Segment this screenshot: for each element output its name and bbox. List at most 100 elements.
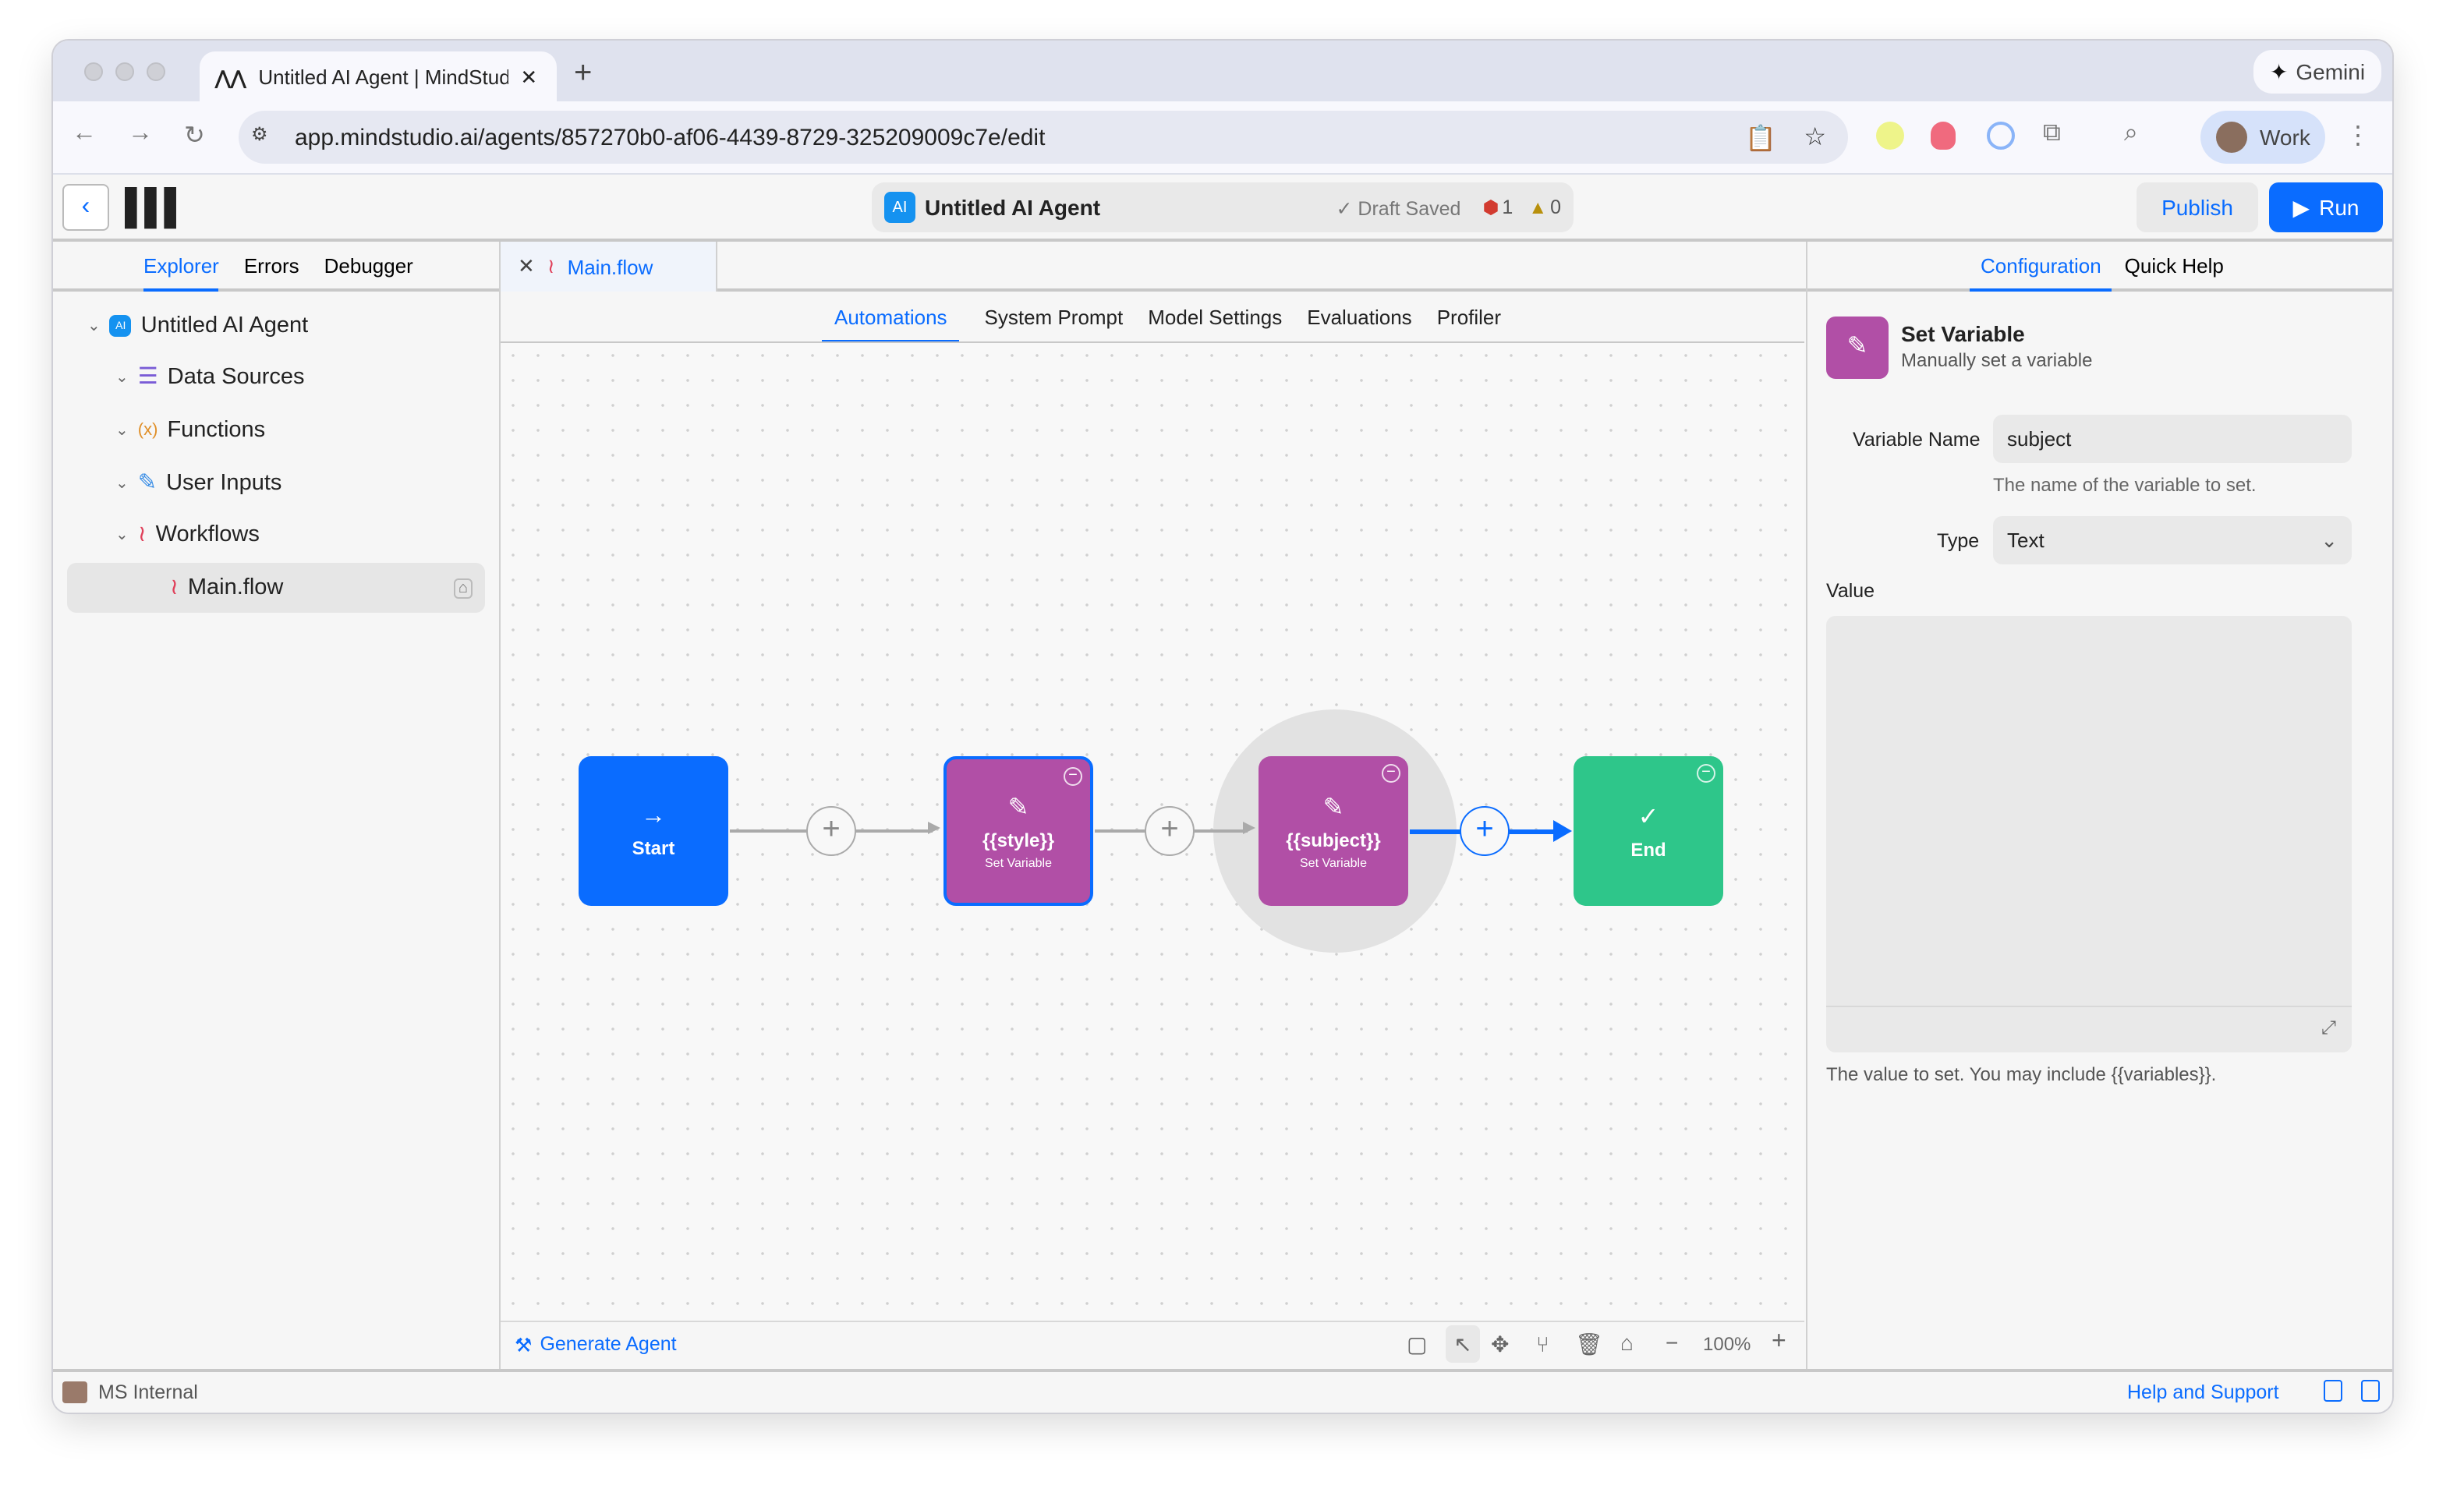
tree-item-workflows[interactable]: ⌄≀Workflows — [115, 511, 260, 558]
avatar — [2216, 122, 2247, 153]
editor-panel: ✕≀Main.flow Automations System Prompt Mo… — [501, 242, 1806, 1369]
check-circle-icon: ✓ — [1638, 801, 1659, 833]
tree-item-user-inputs[interactable]: ⌄✎User Inputs — [115, 460, 281, 507]
remove-icon[interactable]: − — [1064, 767, 1082, 786]
value-textarea[interactable]: ⤢ — [1826, 616, 2352, 1052]
profile-button[interactable]: Work — [2200, 111, 2325, 164]
strawberry-extension-icon[interactable] — [1931, 122, 1956, 150]
arrow-right-icon: → — [641, 803, 666, 831]
home-icon[interactable]: ⌂ — [1620, 1330, 1634, 1355]
tab-quick-help[interactable]: Quick Help — [2125, 254, 2224, 288]
start-node[interactable]: →Start — [579, 756, 728, 906]
set-variable-node-subject[interactable]: −✎{{subject}}Set Variable — [1259, 756, 1408, 906]
close-tab-icon[interactable]: ✕ — [520, 65, 537, 90]
warning-icon[interactable]: ▲ — [1528, 196, 1547, 218]
publish-button[interactable]: Publish — [2137, 182, 2258, 232]
reload-icon[interactable]: ↻ — [184, 120, 205, 151]
add-block-button[interactable]: + — [806, 806, 856, 856]
zoom-out-icon[interactable]: − — [1666, 1330, 1678, 1355]
tab-errors[interactable]: Errors — [244, 254, 299, 288]
tab-configuration[interactable]: Configuration — [1970, 254, 2112, 292]
add-block-button[interactable]: + — [1145, 806, 1195, 856]
edit-icon: ✎ — [1323, 792, 1344, 823]
browser-window: ⋀⋀ Untitled AI Agent | MindStudio ✕ + ✦G… — [53, 41, 2392, 1413]
menu-kebab-icon[interactable]: ⋮ — [2345, 120, 2370, 151]
variable-name-input[interactable]: subject — [1993, 415, 2352, 463]
close-icon[interactable]: ✕ — [518, 254, 535, 279]
add-block-button[interactable]: + — [1460, 806, 1510, 856]
password-extension-icon[interactable] — [1987, 122, 2015, 150]
forward-arrow-icon[interactable]: → — [128, 120, 153, 148]
tree-item-data-sources[interactable]: ⌄☰Data Sources — [115, 354, 305, 401]
url-text: app.mindstudio.ai/agents/857270b0-af06-4… — [295, 124, 1045, 150]
pointer-icon[interactable]: ↖ — [1446, 1325, 1480, 1363]
file-tab-label: Main.flow — [568, 255, 653, 278]
address-bar-row: ← → ↻ ⚙ app.mindstudio.ai/agents/857270b… — [53, 101, 2392, 175]
tree-item-main-flow[interactable]: ≀Main.flow⌂ — [67, 563, 485, 613]
remove-icon[interactable]: − — [1697, 764, 1715, 783]
ai-badge-icon: AI — [110, 315, 132, 337]
new-tab-icon[interactable]: + — [574, 56, 592, 92]
workspace-name[interactable]: MS Internal — [98, 1381, 198, 1403]
maximize-window-button[interactable] — [147, 62, 165, 81]
file-tab-row: ✕≀Main.flow — [501, 242, 1806, 292]
home-icon[interactable]: ⌂ — [454, 578, 473, 598]
trash-icon[interactable]: 🗑 — [1575, 1332, 1603, 1358]
tab-automations[interactable]: Automations — [822, 293, 960, 343]
toggle-left-panel-icon[interactable] — [2324, 1380, 2342, 1402]
tab-debugger[interactable]: Debugger — [324, 254, 413, 288]
run-label: Run — [2319, 195, 2359, 220]
agent-title-pill[interactable]: AI Untitled AI Agent ✓ Draft Saved ⬢1 ▲0 — [872, 182, 1574, 232]
clipboard-icon[interactable]: 📋 — [1745, 123, 1776, 154]
tree-label: Workflows — [156, 522, 260, 547]
variable-name-help: The name of the variable to set. — [1993, 474, 2257, 496]
end-node[interactable]: −✓End — [1574, 756, 1723, 906]
subtabs: Automations System Prompt Model Settings… — [822, 292, 1501, 341]
browser-tab[interactable]: ⋀⋀ Untitled AI Agent | MindStudio ✕ — [200, 51, 557, 103]
tree-item-functions[interactable]: ⌄(x)Functions — [115, 407, 265, 454]
workspace-icon — [62, 1381, 87, 1403]
zoom-level: 100% — [1703, 1333, 1751, 1355]
file-tab-main-flow[interactable]: ✕≀Main.flow — [501, 242, 717, 292]
zoom-in-icon[interactable]: + — [1772, 1328, 1786, 1356]
workflow-icon: ≀ — [138, 522, 147, 547]
run-button[interactable]: ▶Run — [2269, 182, 2383, 232]
back-arrow-icon[interactable]: ← — [72, 120, 97, 148]
tab-profiler[interactable]: Profiler — [1437, 305, 1501, 328]
sticky-note-icon[interactable]: ▢ — [1407, 1332, 1427, 1358]
back-button[interactable]: ‹ — [62, 184, 109, 231]
tree-item-agent[interactable]: ⌄ AI Untitled AI Agent — [87, 302, 308, 349]
extensions-puzzle-icon[interactable]: ⧉ — [2043, 120, 2061, 148]
tab-model-settings[interactable]: Model Settings — [1148, 305, 1282, 328]
chevron-down-icon: ⌄ — [87, 317, 101, 334]
set-variable-node-style[interactable]: −✎{{style}}Set Variable — [943, 756, 1093, 906]
type-select[interactable]: Text⌄ — [1993, 516, 2352, 564]
tab-system-prompt[interactable]: System Prompt — [985, 305, 1124, 328]
value-label: Value — [1826, 580, 1875, 602]
chevron-down-icon: ⌄ — [115, 369, 129, 386]
tab-explorer[interactable]: Explorer — [143, 254, 219, 292]
help-support-link[interactable]: Help and Support — [2127, 1381, 2279, 1403]
error-icon[interactable]: ⬢ — [1482, 196, 1499, 218]
search-tab-icon[interactable]: ⌕ — [2124, 120, 2138, 148]
tab-evaluations[interactable]: Evaluations — [1307, 305, 1411, 328]
close-window-button[interactable] — [84, 62, 103, 81]
minimize-window-button[interactable] — [115, 62, 134, 81]
generate-agent-button[interactable]: ⚒Generate Agent — [515, 1333, 677, 1356]
expand-icon[interactable]: ⤢ — [2321, 1017, 2336, 1040]
remove-icon[interactable]: − — [1382, 764, 1400, 783]
move-icon[interactable]: ✥ — [1491, 1332, 1509, 1358]
gemini-sparkle-icon: ✦ — [2270, 58, 2288, 85]
toggle-right-panel-icon[interactable] — [2361, 1380, 2380, 1402]
branch-icon[interactable]: ⑂ — [1536, 1332, 1549, 1356]
tree-label: Untitled AI Agent — [141, 313, 308, 338]
flow-canvas[interactable]: + + + →Start −✎{{style}}Set Variable −✎{… — [501, 341, 1804, 1321]
gemini-button[interactable]: ✦Gemini — [2253, 50, 2381, 94]
bookmark-star-icon[interactable]: ☆ — [1804, 122, 1826, 153]
tree-label: Main.flow — [188, 575, 284, 600]
url-bar[interactable]: ⚙ app.mindstudio.ai/agents/857270b0-af06… — [239, 111, 1848, 164]
site-settings-icon[interactable]: ⚙ — [251, 123, 268, 145]
extension-icon[interactable] — [1876, 122, 1904, 150]
function-icon: (x) — [138, 421, 158, 440]
arrow-head — [1553, 820, 1572, 842]
